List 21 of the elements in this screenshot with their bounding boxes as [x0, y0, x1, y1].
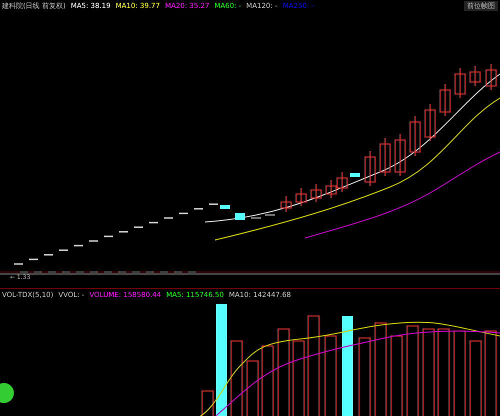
- volume-bar: [246, 360, 258, 416]
- candle: [310, 184, 322, 202]
- candle: [410, 116, 420, 156]
- volume-bar: [202, 390, 214, 416]
- volume-bar: [262, 346, 274, 416]
- candle: [350, 173, 360, 177]
- candle: [380, 138, 390, 176]
- candle: [220, 205, 230, 209]
- candle: [486, 64, 496, 90]
- candle: [424, 104, 436, 142]
- candle: [440, 84, 450, 116]
- status-badge-icon: [0, 383, 14, 403]
- candle: [336, 172, 348, 192]
- candle: [394, 134, 406, 176]
- candle: [454, 68, 466, 98]
- candle: [364, 150, 376, 186]
- candle: [280, 196, 292, 212]
- candle: [235, 213, 245, 220]
- candle: [326, 180, 336, 198]
- candle: [296, 188, 306, 206]
- candle: [470, 66, 480, 86]
